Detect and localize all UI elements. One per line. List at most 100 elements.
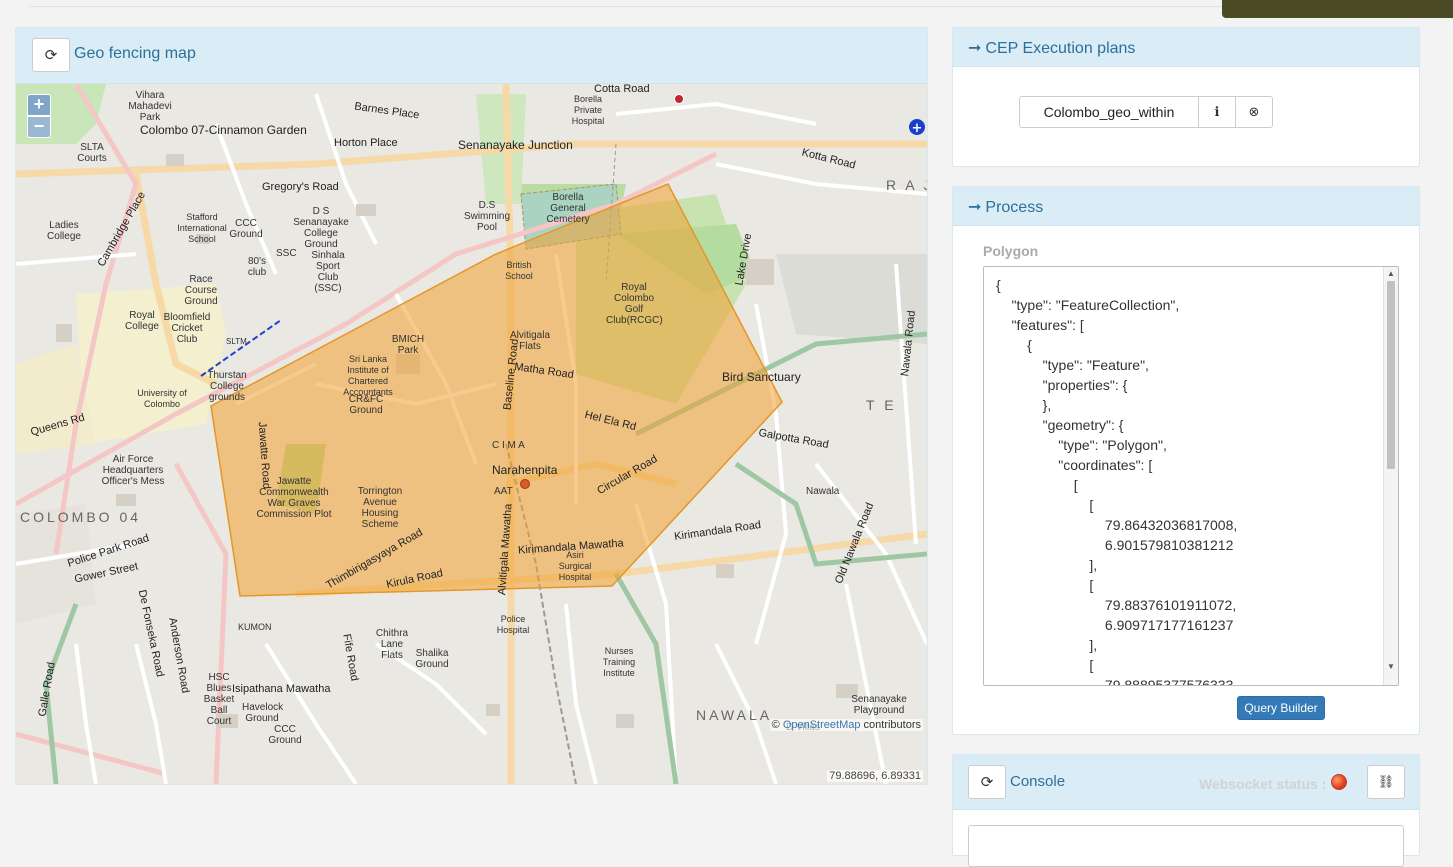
geo-fencing-map-panel: ⟳ Geo fencing map + + − Colombo 07-Cinna… bbox=[15, 27, 928, 785]
map-label: AAT bbox=[494, 486, 513, 497]
top-notification-tab[interactable] bbox=[1222, 0, 1453, 18]
zoom-in-button[interactable]: + bbox=[27, 94, 51, 116]
top-divider bbox=[30, 6, 1223, 7]
map-label: Stafford International School bbox=[177, 212, 227, 244]
websocket-status-label: Websocket status : bbox=[1199, 776, 1327, 792]
map-label: Torrington Avenue Housing Scheme bbox=[357, 486, 403, 530]
attribution-prefix: © bbox=[771, 719, 783, 731]
map-panel-header: ⟳ Geo fencing map bbox=[16, 28, 927, 84]
map-label: SLTA Courts bbox=[77, 142, 107, 164]
map-label: Bloomfield Cricket Club bbox=[163, 312, 211, 345]
geo-map[interactable]: + + − Colombo 07-Cinnamon Garden Vihara … bbox=[16, 84, 927, 784]
process-panel-header: ➞ Process bbox=[953, 187, 1419, 226]
code-line: }, bbox=[996, 397, 1052, 413]
process-title-text: Process bbox=[985, 199, 1044, 216]
websocket-connect-button[interactable]: ⛓ bbox=[1367, 765, 1405, 799]
mouse-coordinates: 79.88696, 6.89331 bbox=[827, 770, 923, 782]
map-panel-title: Geo fencing map bbox=[74, 45, 196, 62]
map-label: SLTM bbox=[226, 337, 247, 346]
polygon-textarea[interactable]: { "type": "FeatureCollection", "features… bbox=[983, 266, 1399, 686]
link-icon: ⛓ bbox=[1377, 774, 1395, 789]
code-line: 6.901579810381212 bbox=[996, 537, 1234, 553]
map-label: T E bbox=[866, 397, 897, 413]
map-label: CCC Ground bbox=[268, 724, 302, 746]
map-label: Colombo 07-Cinnamon Garden bbox=[140, 123, 307, 137]
scrollbar-thumb[interactable] bbox=[1387, 281, 1395, 469]
map-label: Royal Colombo Golf Club(RCGC) bbox=[606, 282, 663, 326]
textarea-scrollbar[interactable]: ▲ ▼ bbox=[1383, 267, 1398, 685]
code-line: "type": "Polygon", bbox=[996, 437, 1167, 453]
scroll-down-icon[interactable]: ▼ bbox=[1387, 662, 1395, 671]
arrow-right-icon: ➞ bbox=[968, 199, 982, 216]
cep-title-text: CEP Execution plans bbox=[985, 40, 1136, 57]
code-line: [ bbox=[996, 657, 1094, 673]
console-output[interactable] bbox=[968, 825, 1404, 867]
plan-remove-button[interactable]: ⊗ bbox=[1236, 96, 1273, 128]
stop-circle-icon: ⊗ bbox=[1248, 104, 1260, 119]
map-label: Asiri Surgical Hospital bbox=[558, 550, 592, 582]
map-label: KUMON bbox=[238, 622, 272, 632]
execution-plan-group: Colombo_geo_within ℹ ⊗ bbox=[1019, 96, 1273, 128]
refresh-icon: ⟳ bbox=[980, 774, 994, 791]
code-line: { bbox=[996, 337, 1032, 353]
map-label: Narahenpita bbox=[492, 463, 558, 477]
map-label: Nawala bbox=[806, 486, 840, 497]
code-line: 6.909717177161237 bbox=[996, 617, 1234, 633]
refresh-icon: ⟳ bbox=[44, 47, 58, 64]
code-line: ], bbox=[996, 557, 1098, 573]
openstreetmap-link[interactable]: OpenStreetMap bbox=[783, 719, 861, 731]
code-line: 79.88895377576333, bbox=[996, 677, 1238, 686]
process-panel: ➞ Process Polygon { "type": "FeatureColle… bbox=[952, 186, 1420, 735]
execution-plan-button[interactable]: Colombo_geo_within bbox=[1019, 96, 1199, 128]
code-line: 79.88376101911072, bbox=[996, 597, 1237, 613]
polygon-label: Polygon bbox=[983, 243, 1039, 259]
map-label: Vihara Mahadevi Park bbox=[128, 90, 172, 123]
map-label: BMICH Park bbox=[391, 334, 425, 356]
map-label: Thurstan College grounds bbox=[207, 370, 247, 403]
console-refresh-button[interactable]: ⟳ bbox=[968, 765, 1006, 799]
code-line: "features": [ bbox=[996, 317, 1084, 333]
process-panel-title[interactable]: ➞ Process bbox=[968, 197, 1043, 217]
map-label: Sri Lanka Institute of Chartered Account… bbox=[343, 354, 393, 397]
zoom-out-button[interactable]: − bbox=[27, 116, 51, 138]
map-label: University of Colombo bbox=[137, 388, 187, 409]
scroll-up-icon[interactable]: ▲ bbox=[1387, 269, 1395, 278]
plan-info-button[interactable]: ℹ bbox=[1199, 96, 1236, 128]
arrow-right-icon: ➞ bbox=[968, 40, 982, 57]
cep-panel-title[interactable]: ➞ CEP Execution plans bbox=[968, 38, 1135, 58]
map-label: R A J bbox=[886, 177, 927, 193]
code-line: "geometry": { bbox=[996, 417, 1124, 433]
map-label: Shalika Ground bbox=[415, 648, 449, 670]
code-line: "coordinates": [ bbox=[996, 457, 1153, 473]
map-label: SSC bbox=[276, 248, 297, 259]
map-label: C I M A bbox=[492, 440, 525, 451]
code-line: [ bbox=[996, 477, 1078, 493]
code-line: [ bbox=[996, 577, 1094, 593]
map-label: Sinhala Sport Club (SSC) bbox=[311, 250, 345, 294]
code-line: "type": "Feature", bbox=[996, 357, 1149, 373]
map-label: Borella General Cemetery bbox=[546, 192, 590, 225]
code-line: [ bbox=[996, 497, 1094, 513]
map-label: CCC Ground bbox=[229, 218, 263, 240]
map-label: COLOMBO 04 bbox=[20, 509, 142, 525]
map-label: Chithra Lane Flats bbox=[375, 628, 409, 661]
map-refresh-button[interactable]: ⟳ bbox=[32, 38, 70, 72]
map-label: Nurses Training Institute bbox=[602, 646, 636, 678]
map-label: 80's club bbox=[247, 256, 267, 278]
query-builder-button[interactable]: Query Builder bbox=[1237, 696, 1325, 720]
map-label: Bird Sanctuary bbox=[722, 370, 801, 384]
console-panel: ⟳ Console Websocket status : ⛓ bbox=[952, 754, 1420, 867]
map-label: Air Force Headquarters Officer's Mess bbox=[101, 454, 165, 487]
map-label: Horton Place bbox=[334, 137, 398, 149]
map-label: Senanayake Playground bbox=[851, 694, 907, 716]
map-label: Race Course Ground bbox=[184, 274, 218, 307]
code-line: ], bbox=[996, 637, 1098, 653]
cep-panel-header: ➞ CEP Execution plans bbox=[953, 28, 1419, 67]
code-line: "type": "FeatureCollection", bbox=[996, 297, 1180, 313]
map-label: D.S Swimming Pool bbox=[463, 200, 511, 233]
map-label: NAWALA bbox=[696, 707, 773, 723]
map-label: HSC Blues Basket Ball Court bbox=[203, 672, 235, 727]
code-line: { bbox=[996, 277, 1001, 293]
code-line: 79.86432036817008, bbox=[996, 517, 1238, 533]
attribution-suffix: contributors bbox=[860, 719, 921, 731]
